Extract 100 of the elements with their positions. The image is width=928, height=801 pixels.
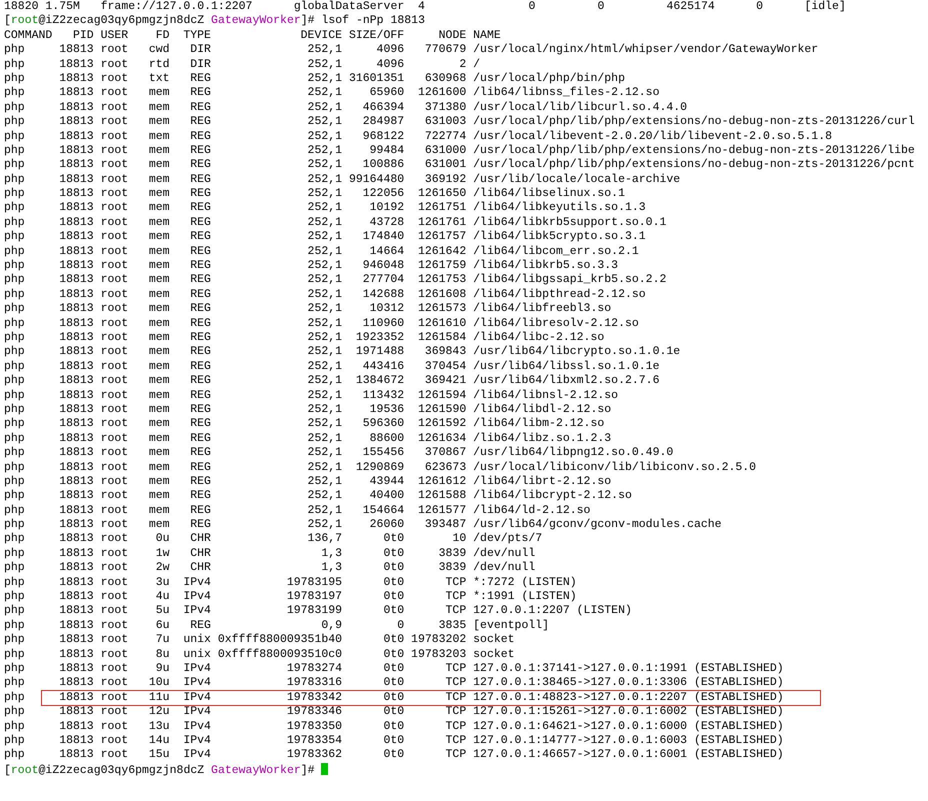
table-cell-text: /usr/local/lib/libcurl.so.4.4.0: [473, 100, 688, 116]
table-cell-text: /usr/local/php/bin/php: [473, 72, 626, 86]
table-cell-text: php: [4, 532, 26, 547]
table-cell-text: 19536: [368, 402, 404, 418]
table-cell-text: 110960: [362, 316, 404, 331]
table-cell-text: /usr/lib64/libpng12.so.0.49.0: [473, 446, 674, 461]
table-cell: 18813: [59, 446, 94, 461]
table-cell: 18813: [59, 130, 94, 144]
table-cell-text: 596360: [362, 417, 404, 432]
table-cell-text: REG: [189, 374, 211, 389]
table-cell: 18813: [59, 201, 94, 216]
table-cell-text: 0t0: [382, 576, 404, 590]
table-cell-text: php: [4, 130, 26, 144]
table-cell-text: TCP: [444, 690, 466, 706]
table-cell-text: /lib64/libpthread-2.12.so: [473, 288, 647, 302]
table-cell-text: TCP: [444, 748, 466, 763]
table-cell-text: REG: [189, 432, 211, 446]
table-cell: root: [100, 187, 128, 202]
table-cell-text: 100886: [362, 158, 404, 173]
process-field: 0: [756, 0, 804, 14]
table-cell-text: mem: [148, 100, 170, 116]
table-cell-text: 1261600: [416, 86, 466, 101]
table-cell-text: [eventpoll]: [473, 618, 550, 634]
table-cell-text: 252,1: [306, 417, 342, 432]
table-cell-text: 623673: [424, 460, 466, 475]
table-cell-text: mem: [148, 115, 170, 130]
table-cell: 18813: [59, 172, 94, 188]
table-cell-text: php: [4, 86, 26, 101]
table-cell-text: 122056: [362, 187, 404, 202]
table-cell-text: 127.0.0.1:38465->127.0.0.1:3306 (ESTABLISHED): [473, 676, 785, 691]
table-cell-text: IPv4: [182, 590, 211, 604]
table-cell-text: 252,1: [306, 402, 342, 418]
table-cell-text: /usr/lib64/libssl.so.1.0.1e: [473, 360, 660, 374]
table-cell-text: 369843: [424, 345, 466, 360]
table-cell-text: 0t0: [382, 604, 404, 619]
table-cell-text: php: [4, 230, 26, 245]
table-cell: root: [100, 388, 128, 403]
table-cell-text: php: [4, 58, 26, 72]
column-header: NAME: [473, 28, 502, 44]
table-cell: root: [100, 432, 128, 446]
table-cell-text: 252,1: [306, 474, 342, 490]
table-cell-text: TCP: [444, 705, 466, 720]
table-cell-text: /lib64/librt-2.12.so: [473, 474, 612, 490]
table-cell-text: REG: [189, 158, 211, 173]
table-cell: root: [100, 158, 128, 173]
table-cell-text: mem: [148, 460, 170, 475]
table-cell-text: php: [4, 690, 26, 706]
table-cell-text: 1261642: [416, 244, 466, 260]
table-cell: 18813: [59, 216, 94, 230]
table-cell-text: 1261612: [416, 474, 466, 490]
column-header: PID: [72, 28, 94, 44]
table-cell-text: 10: [451, 532, 466, 547]
table-cell-text: REG: [189, 144, 211, 158]
table-cell-text: php: [4, 618, 26, 634]
table-cell-text: mem: [148, 345, 170, 360]
table-cell-text: 1261584: [416, 330, 466, 346]
table-cell-text: REG: [189, 618, 211, 634]
table-cell-text: IPv4: [182, 690, 211, 706]
table-cell-text: mem: [148, 216, 170, 230]
table-cell: 18813: [59, 417, 94, 432]
table-cell-text: /lib64/libselinux.so.1: [473, 187, 626, 202]
table-cell: root: [100, 288, 128, 302]
table-cell-text: DIR: [189, 58, 211, 72]
table-cell-text: CHR: [189, 561, 211, 576]
table-cell: root: [100, 273, 128, 288]
table-cell: root: [100, 561, 128, 576]
table-cell-text: php: [4, 187, 26, 202]
table-cell: 18813: [59, 100, 94, 116]
table-cell-text: REG: [189, 460, 211, 475]
table-cell-text: 252,1: [306, 504, 342, 518]
table-cell-text: rtd: [148, 58, 170, 72]
table-cell-text: php: [4, 345, 26, 360]
table-cell-text: php: [4, 734, 26, 748]
table-cell-text: mem: [148, 130, 170, 144]
table-cell-text: /: [473, 58, 482, 72]
table-cell: 18813: [59, 86, 94, 101]
table-cell: root: [100, 302, 128, 317]
table-cell-text: 631003: [424, 115, 466, 130]
table-cell: 18813: [59, 316, 94, 331]
table-cell-text: 252,1: [306, 460, 342, 475]
table-cell-text: 4096: [376, 43, 404, 58]
table-cell-text: 631001: [424, 158, 466, 173]
table-cell: root: [100, 130, 128, 144]
table-cell: 18813: [59, 144, 94, 158]
table-cell-text: 1971488: [354, 345, 404, 360]
table-cell-text: php: [4, 705, 26, 720]
table-cell-text: /lib64/libdl-2.12.so: [473, 402, 612, 418]
table-cell-text: php: [4, 432, 26, 446]
table-cell-text: /lib64/libc-2.12.so: [473, 330, 606, 346]
table-cell: 18813: [59, 705, 94, 720]
table-cell-text: 252,1: [306, 158, 342, 173]
table-cell-text: 393487: [424, 518, 466, 532]
table-cell-text: mem: [148, 474, 170, 490]
table-cell-text: 1261634: [416, 432, 466, 446]
table-cell-text: mem: [148, 330, 170, 346]
table-cell: 18813: [59, 43, 94, 58]
table-cell-text: 370454: [424, 360, 466, 374]
table-cell-text: php: [4, 374, 26, 389]
table-cell-text: php: [4, 273, 26, 288]
table-cell-text: mem: [148, 432, 170, 446]
